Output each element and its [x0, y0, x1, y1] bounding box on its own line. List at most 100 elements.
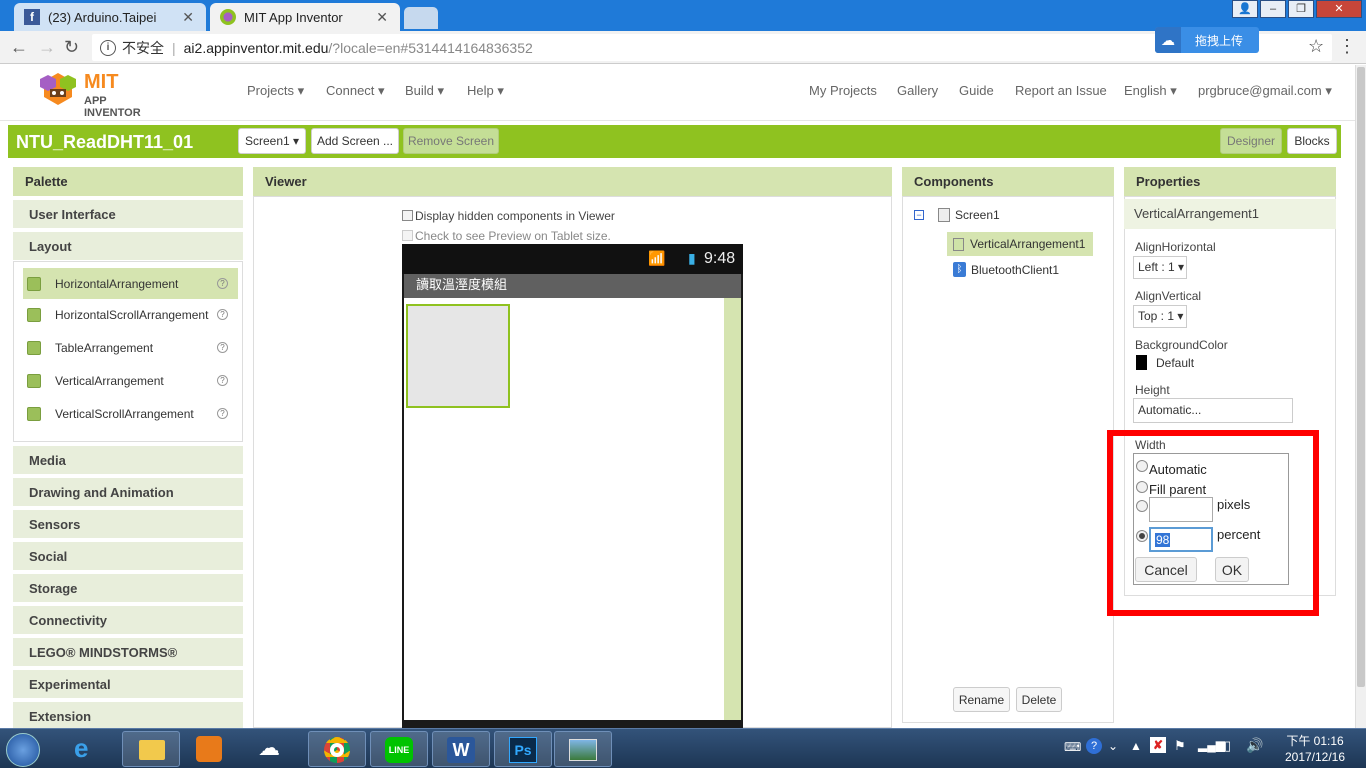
bookmark-star-icon[interactable]: ☆ — [1308, 36, 1324, 57]
close-window-icon[interactable]: ✕ — [1316, 0, 1362, 18]
help-icon[interactable]: ? — [217, 408, 228, 419]
link-report-issue[interactable]: Report an Issue — [1015, 83, 1107, 98]
tree-item-bluetoothclient1[interactable]: ᛒ BluetoothClient1 — [953, 262, 1059, 277]
system-clock[interactable]: 下午 01:16 2017/12/16 — [1270, 733, 1360, 765]
action-center-flag-icon[interactable]: ⚑ — [1174, 738, 1186, 754]
media-player-icon[interactable] — [196, 736, 222, 762]
remove-screen-button[interactable]: Remove Screen — [403, 128, 499, 154]
chrome-menu-icon[interactable]: ⋮ — [1338, 36, 1356, 57]
palette-item-horizontal-scroll-arrangement[interactable]: HorizontalScrollArrangement ? — [23, 299, 238, 330]
mit-app-inventor-logo[interactable]: MIT APP INVENTOR — [36, 69, 166, 119]
phone-screen[interactable] — [404, 298, 724, 720]
palette-category-sensors[interactable]: Sensors — [13, 509, 243, 538]
page-scrollbar[interactable] — [1355, 65, 1366, 728]
windows-start-icon[interactable] — [6, 733, 40, 767]
line-taskbar-icon[interactable]: LINE — [370, 731, 428, 767]
menu-connect[interactable]: Connect ▾ — [326, 83, 385, 99]
language-dropdown[interactable]: English ▾ — [1124, 83, 1177, 99]
menu-projects[interactable]: Projects ▾ — [247, 83, 304, 99]
tab-arduino-taipei[interactable]: f (23) Arduino.Taipei ✕ — [14, 3, 206, 31]
palette-category-social[interactable]: Social — [13, 541, 243, 570]
radio-percent[interactable] — [1136, 530, 1148, 542]
palette-category-experimental[interactable]: Experimental — [13, 669, 243, 698]
percent-input[interactable]: 98 — [1149, 527, 1213, 552]
word-taskbar-icon[interactable]: W — [432, 731, 490, 767]
palette-item-vertical-scroll-arrangement[interactable]: VerticalScrollArrangement ? — [23, 398, 238, 429]
image-viewer-taskbar-icon[interactable] — [554, 731, 612, 767]
battery-tray-icon[interactable]: ▯ — [1224, 738, 1231, 754]
chrome-taskbar-icon[interactable] — [308, 731, 366, 767]
checkbox-icon[interactable] — [402, 230, 413, 241]
help-icon[interactable]: ? — [217, 309, 228, 320]
scrollbar-thumb[interactable] — [1357, 67, 1365, 687]
vertical-arrangement-preview[interactable] — [406, 304, 510, 408]
collapse-icon[interactable]: − — [914, 210, 924, 220]
checkbox-icon[interactable] — [402, 210, 413, 221]
palette-category-drawing-animation[interactable]: Drawing and Animation — [13, 477, 243, 506]
background-color-value[interactable]: Default — [1156, 356, 1194, 370]
user-icon[interactable]: 👤 — [1232, 0, 1258, 18]
help-icon[interactable]: ? — [217, 375, 228, 386]
height-field[interactable]: Automatic... — [1133, 398, 1293, 423]
new-tab-button[interactable] — [404, 7, 438, 29]
palette-category-connectivity[interactable]: Connectivity — [13, 605, 243, 634]
designer-button[interactable]: Designer — [1220, 128, 1282, 154]
radio-pixels[interactable] — [1136, 500, 1148, 512]
close-tab-icon[interactable]: ✕ — [376, 9, 388, 26]
display-hidden-checkbox[interactable]: Display hidden components in Viewer — [402, 209, 615, 223]
link-gallery[interactable]: Gallery — [897, 83, 938, 98]
link-my-projects[interactable]: My Projects — [809, 83, 877, 98]
align-horizontal-dropdown[interactable]: Left : 1 ▾ — [1133, 256, 1187, 279]
palette-item-vertical-arrangement[interactable]: VerticalArrangement ? — [23, 365, 238, 396]
close-tab-icon[interactable]: ✕ — [182, 9, 194, 26]
upload-button[interactable]: ☁ 拖拽上传 — [1155, 27, 1259, 53]
rename-button[interactable]: Rename — [953, 687, 1010, 712]
keyboard-icon[interactable]: ⌨ — [1064, 740, 1081, 754]
maximize-icon[interactable]: ❐ — [1288, 0, 1314, 18]
palette-category-storage[interactable]: Storage — [13, 573, 243, 602]
forward-icon[interactable]: → — [38, 37, 56, 58]
photoshop-taskbar-icon[interactable]: Ps — [494, 731, 552, 767]
back-icon[interactable]: ← — [10, 37, 28, 58]
radio-fill-parent[interactable] — [1136, 481, 1148, 493]
delete-button[interactable]: Delete — [1016, 687, 1062, 712]
align-vertical-dropdown[interactable]: Top : 1 ▾ — [1133, 305, 1187, 328]
palette-item-table-arrangement[interactable]: TableArrangement ? — [23, 332, 238, 363]
account-dropdown[interactable]: prgbruce@gmail.com ▾ — [1198, 83, 1332, 99]
tree-item-screen1[interactable]: Screen1 — [938, 208, 1000, 222]
url-field[interactable]: i 不安全 | ai2.appinventor.mit.edu/?locale=… — [92, 34, 1332, 61]
help-icon[interactable]: ? — [217, 342, 228, 353]
network-signal-icon[interactable]: ▂▄▆ — [1198, 738, 1225, 752]
language-bar-icon[interactable]: ⌄ — [1108, 739, 1118, 753]
color-swatch[interactable] — [1136, 355, 1147, 370]
baidu-cloud-icon[interactable]: ☁ — [258, 735, 280, 761]
tablet-preview-checkbox[interactable]: Check to see Preview on Tablet size. — [402, 229, 611, 243]
explorer-taskbar-icon[interactable] — [122, 731, 180, 767]
pixels-input[interactable] — [1149, 497, 1213, 522]
help-tray-icon[interactable]: ? — [1086, 738, 1102, 754]
menu-help[interactable]: Help ▾ — [467, 83, 504, 99]
volume-icon[interactable]: 🔊 — [1246, 737, 1263, 754]
minimize-icon[interactable]: – — [1260, 0, 1286, 18]
tree-item-vertical-arrangement1[interactable]: VerticalArrangement1 — [947, 232, 1093, 256]
palette-category-media[interactable]: Media — [13, 445, 243, 474]
show-hidden-icons-icon[interactable]: ▲ — [1130, 739, 1142, 753]
palette-category-extension[interactable]: Extension — [13, 701, 243, 728]
add-screen-button[interactable]: Add Screen ... — [311, 128, 399, 154]
cancel-button[interactable]: Cancel — [1135, 557, 1197, 582]
link-guide[interactable]: Guide — [959, 83, 994, 98]
palette-item-horizontal-arrangement[interactable]: HorizontalArrangement ? — [23, 268, 238, 299]
reload-icon[interactable]: ↻ — [64, 37, 79, 58]
radio-automatic[interactable] — [1136, 460, 1148, 472]
palette-category-lego[interactable]: LEGO® MINDSTORMS® — [13, 637, 243, 666]
tab-mit-app-inventor[interactable]: MIT App Inventor ✕ — [210, 3, 400, 31]
blocks-button[interactable]: Blocks — [1287, 128, 1337, 154]
phone-scrollbar[interactable] — [724, 298, 741, 720]
info-icon[interactable]: i — [100, 39, 116, 56]
internet-explorer-icon[interactable]: e — [74, 733, 88, 764]
help-icon[interactable]: ? — [217, 278, 228, 289]
tray-app-icon[interactable]: ✘ — [1150, 737, 1166, 753]
palette-category-user-interface[interactable]: User Interface — [13, 199, 243, 228]
palette-category-layout[interactable]: Layout — [13, 231, 243, 260]
screen-dropdown[interactable]: Screen1 ▾ — [238, 128, 306, 154]
